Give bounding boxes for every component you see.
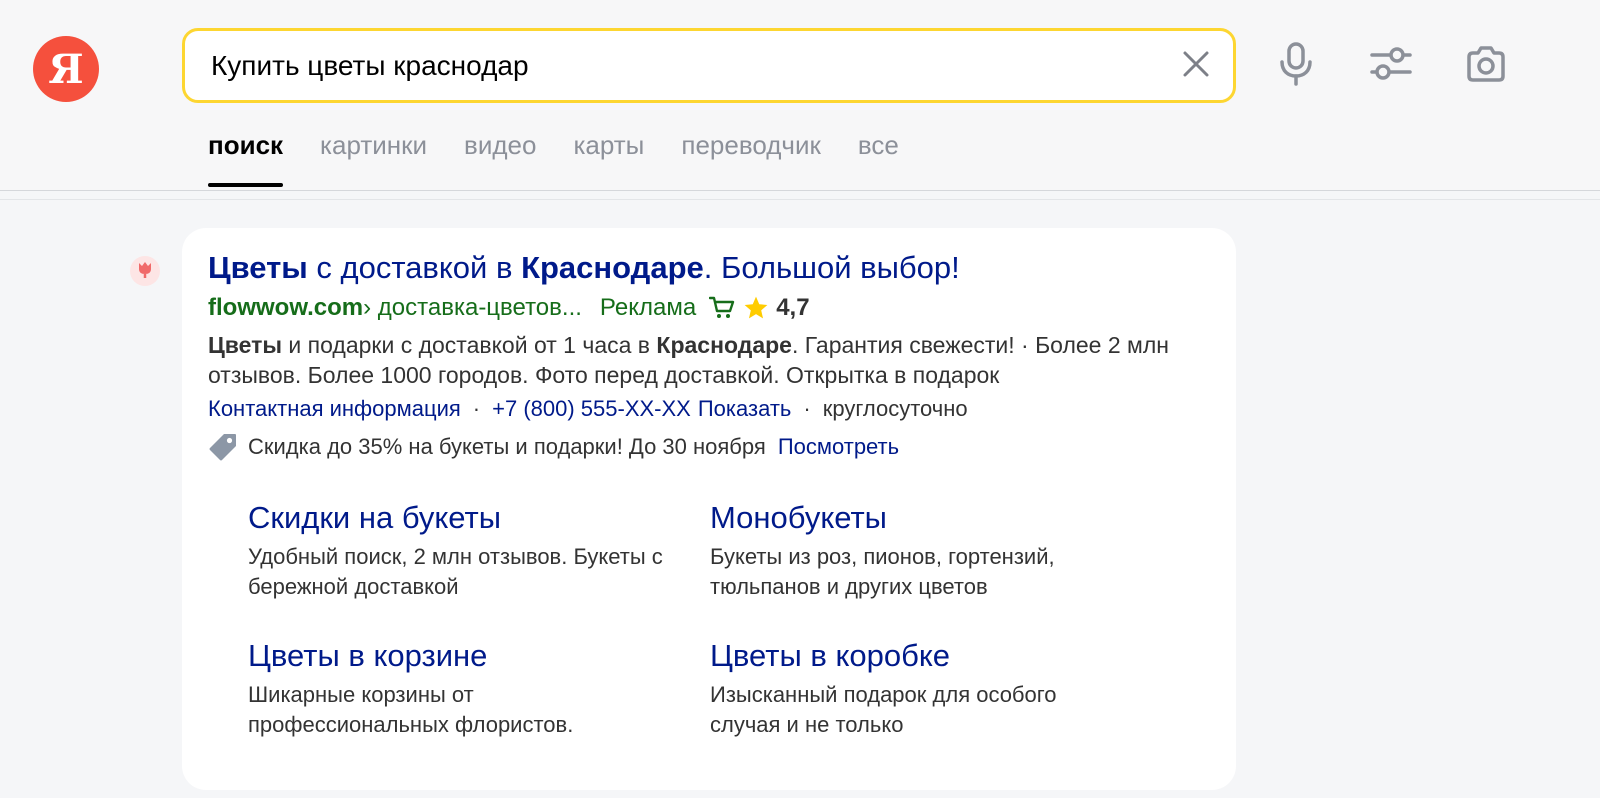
search-input[interactable] — [211, 31, 1111, 100]
working-hours: круглосуточно — [822, 396, 968, 421]
sitelink-title[interactable]: Монобукеты — [710, 500, 1110, 536]
ad-label[interactable]: Реклама — [600, 294, 696, 322]
snippet-part: и подарки с доставкой от 1 часа в — [282, 332, 657, 358]
image-search-button[interactable] — [1464, 42, 1508, 90]
title-part: с доставкой в — [307, 250, 522, 285]
show-phone-link[interactable]: Показать — [698, 396, 792, 422]
tab-video[interactable]: видео — [464, 130, 536, 187]
tag-icon — [208, 432, 238, 462]
search-tabs: поиск картинки видео карты переводчик вс… — [208, 130, 936, 187]
result-domain-link[interactable]: flowwow.com — [208, 294, 363, 322]
tulip-icon — [135, 259, 155, 284]
promo-text: Скидка до 35% на букеты и подарки! До 30… — [248, 434, 766, 459]
sitelink-discounts: Скидки на букеты Удобный поиск, 2 млн от… — [248, 500, 688, 602]
sitelink-desc: Букеты из роз, пионов, гортензий, тюльпа… — [710, 544, 1055, 599]
header-divider — [0, 190, 1600, 191]
tab-all[interactable]: все — [858, 130, 899, 187]
header-divider-secondary — [0, 199, 1600, 200]
microphone-icon — [1278, 41, 1314, 91]
yandex-logo[interactable]: Я — [33, 36, 99, 102]
result-snippet: Цветы и подарки с доставкой от 1 часа в … — [208, 330, 1218, 390]
tab-search[interactable]: поиск — [208, 130, 284, 187]
star-icon — [742, 294, 770, 322]
sitelink-box: Цветы в коробке Изысканный подарок для о… — [710, 638, 1110, 740]
result-title-link[interactable]: Цветы с доставкой в Краснодаре. Большой … — [208, 250, 960, 286]
tab-images[interactable]: картинки — [320, 130, 427, 187]
sitelink-title[interactable]: Цветы в корзине — [248, 638, 628, 674]
promo-view-link[interactable]: Посмотреть — [778, 434, 899, 460]
search-result-card: Цветы с доставкой в Краснодаре. Большой … — [182, 228, 1236, 790]
title-part: . Большой выбор! — [703, 250, 960, 285]
header: Я Купить цветы краснодар поиск картинки … — [0, 0, 1600, 190]
close-icon — [1182, 50, 1210, 83]
phone-number[interactable]: +7 (800) 555-XX-XX — [492, 396, 691, 422]
clear-search-button[interactable] — [1177, 47, 1215, 85]
snippet-part: Цветы — [208, 332, 283, 358]
camera-icon — [1465, 45, 1507, 88]
sitelink-title[interactable]: Цветы в коробке — [710, 638, 1110, 674]
voice-search-button[interactable] — [1274, 41, 1318, 91]
tab-translator[interactable]: переводчик — [681, 130, 820, 187]
sitelink-desc: Шикарные корзины от профессиональных фло… — [248, 682, 574, 737]
cart-icon — [708, 295, 736, 321]
result-path-link[interactable]: › доставка-цветов... — [363, 294, 582, 322]
separator-dot: · — [472, 396, 481, 421]
search-box — [182, 28, 1236, 103]
sitelink-basket: Цветы в корзине Шикарные корзины от проф… — [248, 638, 628, 740]
sitelink-monobouquets: Монобукеты Букеты из роз, пионов, гортен… — [710, 500, 1110, 602]
result-url-line: flowwow.com › доставка-цветов... Реклама… — [208, 294, 810, 322]
promo-line: Скидка до 35% на букеты и подарки! До 30… — [208, 432, 899, 462]
snippet-part: Краснодаре — [656, 332, 792, 358]
separator-dot: · — [803, 396, 811, 421]
tab-maps[interactable]: карты — [573, 130, 644, 187]
sitelink-desc: Удобный поиск, 2 млн отзывов. Букеты с б… — [248, 544, 663, 599]
contacts-line: Контактная информация · +7 (800) 555-XX-… — [208, 396, 968, 422]
title-part: Краснодаре — [521, 250, 704, 285]
sitelink-title[interactable]: Скидки на букеты — [248, 500, 688, 536]
contact-info-link[interactable]: Контактная информация — [208, 396, 461, 422]
rating-value: 4,7 — [776, 294, 810, 321]
filters-icon — [1370, 46, 1412, 87]
title-part: Цветы — [208, 250, 308, 285]
site-favicon — [130, 256, 160, 286]
sitelink-desc: Изысканный подарок для особого случая и … — [710, 682, 1057, 737]
filters-button[interactable] — [1369, 42, 1413, 90]
